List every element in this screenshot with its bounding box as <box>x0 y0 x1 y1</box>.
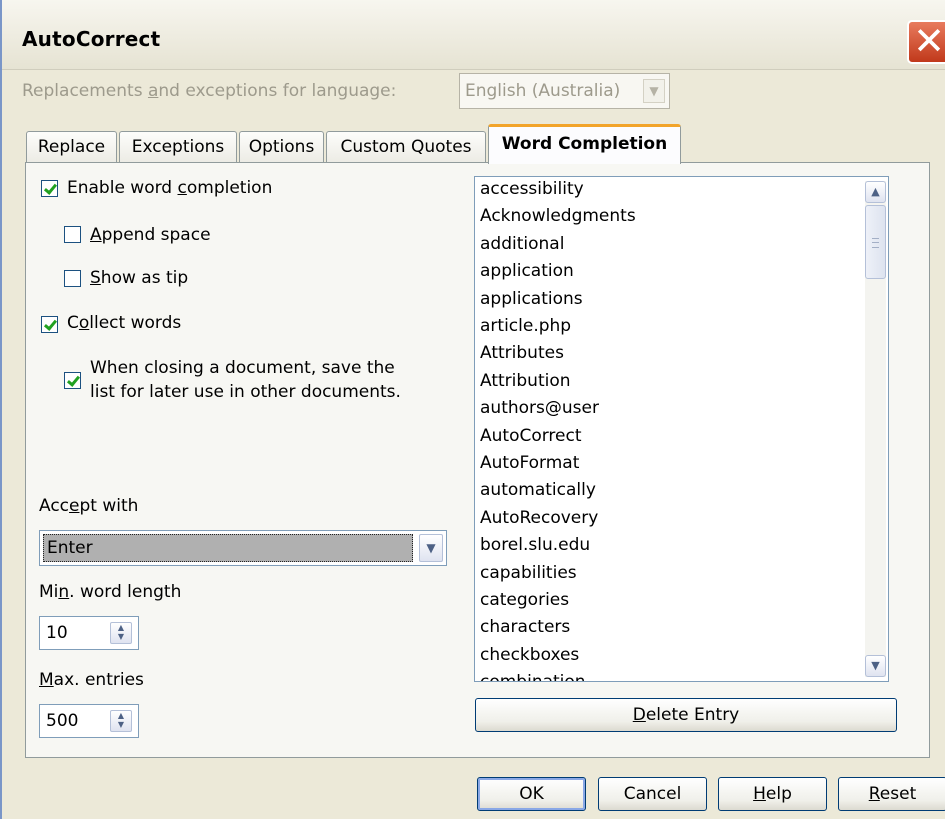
language-label: Replacements and exceptions for language… <box>22 81 397 101</box>
spin-arrows-icon[interactable]: ▲ ▼ <box>110 622 132 644</box>
list-item[interactable]: applications <box>480 289 583 309</box>
accept-with-label: Accept with <box>39 496 139 516</box>
list-item[interactable]: Acknowledgments <box>480 206 636 226</box>
title-bar[interactable]: AutoCorrect ✕ <box>2 0 945 70</box>
list-item[interactable]: checkboxes <box>480 645 579 665</box>
collect-words-label: Collect words <box>67 313 182 333</box>
enable-word-completion-label: Enable word completion <box>67 178 273 198</box>
save-list-checkbox[interactable] <box>64 372 81 389</box>
list-item[interactable]: article.php <box>480 316 571 336</box>
tab-replace[interactable]: Replace <box>26 131 117 163</box>
language-select: English (Australia) ▼ <box>459 73 670 109</box>
list-item[interactable]: automatically <box>480 480 596 500</box>
autocorrect-dialog: AutoCorrect ✕ Replacements and exception… <box>0 0 945 819</box>
cancel-button[interactable]: Cancel <box>598 777 707 811</box>
list-item[interactable]: additional <box>480 234 564 254</box>
scroll-up-icon[interactable]: ▲ <box>865 181 886 203</box>
list-item[interactable]: AutoFormat <box>480 453 579 473</box>
tab-word-completion[interactable]: Word Completion <box>488 124 681 164</box>
list-item[interactable]: AutoRecovery <box>480 508 598 528</box>
tab-exceptions[interactable]: Exceptions <box>119 131 237 163</box>
list-item[interactable]: borel.slu.edu <box>480 535 590 555</box>
max-entries-stepper[interactable]: 500 ▲ ▼ <box>39 704 139 738</box>
min-word-length-stepper[interactable]: 10 ▲ ▼ <box>39 616 139 650</box>
list-item[interactable]: combination <box>480 672 586 681</box>
append-space-label: Append space <box>90 225 211 245</box>
list-item[interactable]: application <box>480 261 574 281</box>
append-space-checkbox[interactable] <box>64 226 81 243</box>
list-item[interactable]: categories <box>480 590 569 610</box>
list-item[interactable]: Attribution <box>480 371 571 391</box>
tab-options[interactable]: Options <box>239 131 324 163</box>
help-button[interactable]: Help <box>718 777 827 811</box>
list-item[interactable]: AutoCorrect <box>480 426 582 446</box>
close-icon[interactable]: ✕ <box>907 20 945 64</box>
min-word-length-value: 10 <box>46 623 68 643</box>
save-list-label-line1: When closing a document, save the <box>90 358 395 378</box>
min-word-length-label: Min. word length <box>39 582 182 602</box>
tab-custom-quotes[interactable]: Custom Quotes <box>326 131 486 163</box>
max-entries-value: 500 <box>46 711 79 731</box>
window-title: AutoCorrect <box>22 27 161 51</box>
save-list-label-line2: list for later use in other documents. <box>90 382 401 402</box>
spin-arrows-icon[interactable]: ▲ ▼ <box>110 710 132 732</box>
accept-with-select[interactable]: Enter ▼ <box>39 530 447 566</box>
list-item[interactable]: capabilities <box>480 563 577 583</box>
list-item[interactable]: Attributes <box>480 343 564 363</box>
word-list[interactable]: accessibility Acknowledgments additional ap… <box>474 176 889 682</box>
list-item[interactable]: authors@user <box>480 398 599 418</box>
ok-button[interactable]: OK <box>477 777 586 811</box>
list-item[interactable]: characters <box>480 617 570 637</box>
max-entries-label: Max. entries <box>39 670 144 690</box>
delete-entry-button[interactable]: Delete Entry <box>475 698 897 732</box>
show-as-tip-checkbox[interactable] <box>64 270 81 287</box>
show-as-tip-label: Show as tip <box>90 268 189 288</box>
collect-words-checkbox[interactable] <box>41 316 58 333</box>
accept-with-value: Enter <box>43 534 413 562</box>
scrollbar-thumb[interactable] <box>865 205 886 279</box>
enable-word-completion-checkbox[interactable] <box>41 180 58 197</box>
language-value: English (Australia) <box>465 81 621 101</box>
chevron-down-icon: ▼ <box>643 79 665 103</box>
word-list-scrollbar[interactable]: ▲ ▼ <box>865 181 886 677</box>
chevron-down-icon[interactable]: ▼ <box>419 534 443 562</box>
reset-button[interactable]: Reset <box>838 777 945 811</box>
grip-icon <box>872 238 879 248</box>
list-item[interactable]: accessibility <box>480 179 584 199</box>
scroll-down-icon[interactable]: ▼ <box>865 655 886 677</box>
